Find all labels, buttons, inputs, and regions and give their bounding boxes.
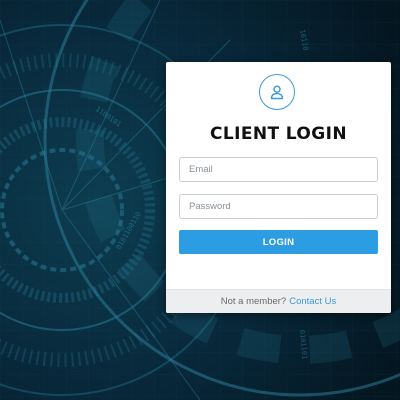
contact-us-link[interactable]: Contact Us (289, 296, 336, 307)
user-icon (270, 85, 284, 100)
card-footer: Not a member? Contact Us (166, 289, 391, 313)
password-field[interactable] (179, 194, 378, 219)
user-avatar (259, 74, 295, 110)
not-a-member-text: Not a member? (220, 296, 287, 307)
login-button[interactable]: LOGIN (179, 230, 378, 254)
client-login-card: CLIENT LOGIN LOGIN Not a member? Contact… (166, 62, 391, 313)
email-field[interactable] (179, 157, 378, 182)
login-title: CLIENT LOGIN (210, 124, 347, 144)
